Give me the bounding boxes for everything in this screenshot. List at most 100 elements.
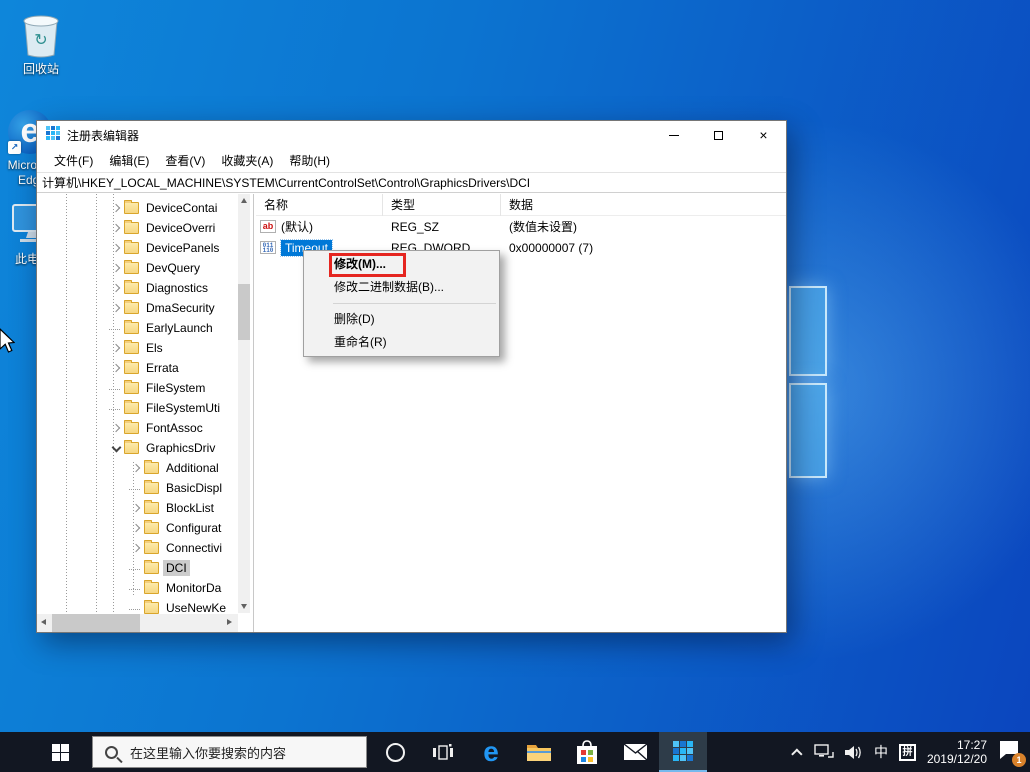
list-header: 名称 类型 数据 [256, 193, 786, 216]
action-center-button[interactable]: 1 [998, 740, 1026, 767]
tree-horizontal-scrollbar[interactable] [37, 614, 238, 632]
taskbar-clock[interactable]: 17:27 2019/12/20 [927, 738, 987, 766]
chevron-right-icon[interactable] [109, 421, 124, 436]
recycle-bin-label[interactable]: 回收站 [11, 62, 71, 77]
chevron-right-icon[interactable] [109, 261, 124, 276]
registry-tree-panel[interactable]: DeviceContai DeviceOverri DevicePanels D… [37, 194, 254, 632]
tree-item[interactable]: BasicDispl [37, 478, 238, 498]
regedit-taskbar-button[interactable] [659, 732, 707, 772]
scroll-left-icon[interactable] [41, 619, 46, 625]
folder-icon [124, 240, 139, 254]
chevron-right-icon[interactable] [109, 301, 124, 316]
value-row-default[interactable]: ab (默认) REG_SZ (数值未设置) [256, 216, 786, 237]
tree-item[interactable]: Configurat [37, 518, 238, 538]
wallpaper-logo-pane [789, 286, 827, 376]
chevron-right-icon[interactable] [129, 501, 144, 516]
column-header-data[interactable]: 数据 [501, 194, 786, 216]
address-bar[interactable]: 计算机\HKEY_LOCAL_MACHINE\SYSTEM\CurrentCon… [37, 172, 786, 193]
chevron-right-icon[interactable] [109, 281, 124, 296]
folder-icon [124, 200, 139, 214]
menu-separator [333, 303, 496, 304]
context-menu-item-delete[interactable]: 删除(D) [304, 308, 499, 331]
context-menu-item-rename[interactable]: 重命名(R) [304, 331, 499, 354]
ime-mode-indicator[interactable]: 拼 [898, 743, 916, 761]
shortcut-arrow-icon: ↗ [8, 141, 21, 154]
file-explorer-button[interactable] [515, 732, 563, 772]
taskbar: 在这里输入你要搜索的内容 e 中 拼 17:27 2019/12/20 1 [0, 732, 1030, 772]
task-view-button[interactable] [419, 732, 467, 772]
folder-icon [144, 480, 159, 494]
ime-language-indicator[interactable]: 中 [874, 742, 888, 762]
tree-item[interactable]: FontAssoc [37, 418, 238, 438]
scroll-right-icon[interactable] [227, 619, 232, 625]
scroll-up-icon[interactable] [241, 198, 247, 203]
column-header-type[interactable]: 类型 [383, 193, 501, 216]
folder-icon [144, 500, 159, 514]
taskbar-search-input[interactable]: 在这里输入你要搜索的内容 [92, 736, 367, 768]
mouse-cursor [0, 328, 16, 358]
chevron-right-icon[interactable] [109, 241, 124, 256]
tree-item[interactable]: FileSystem [37, 378, 238, 398]
tree-item[interactable]: Additional [37, 458, 238, 478]
menu-file[interactable]: 文件(F) [46, 149, 101, 172]
cortana-button[interactable] [371, 732, 419, 772]
close-button[interactable]: × [741, 121, 786, 149]
tray-expand-icon[interactable] [791, 748, 803, 760]
store-button[interactable] [563, 732, 611, 772]
tree-item[interactable]: EarlyLaunch [37, 318, 238, 338]
tree-item[interactable]: DeviceOverri [37, 218, 238, 238]
tree-item[interactable]: MonitorDa [37, 578, 238, 598]
chevron-down-icon[interactable] [109, 441, 124, 456]
scroll-down-icon[interactable] [241, 604, 247, 609]
tree-item[interactable]: Els [37, 338, 238, 358]
tree-item[interactable]: DeviceContai [37, 198, 238, 218]
minimize-button[interactable] [651, 121, 696, 149]
tree-item[interactable]: DevQuery [37, 258, 238, 278]
scrollbar-thumb[interactable] [52, 614, 140, 632]
tree-item[interactable]: Diagnostics [37, 278, 238, 298]
context-menu-item-modify-binary[interactable]: 修改二进制数据(B)... [304, 276, 499, 299]
tree-item[interactable]: Errata [37, 358, 238, 378]
tree-item[interactable]: BlockList [37, 498, 238, 518]
menu-edit[interactable]: 编辑(E) [101, 149, 157, 172]
chevron-right-icon[interactable] [109, 361, 124, 376]
mail-button[interactable] [611, 732, 659, 772]
chevron-right-icon[interactable] [109, 201, 124, 216]
regedit-icon [673, 741, 693, 761]
chevron-right-icon[interactable] [129, 461, 144, 476]
column-header-name[interactable]: 名称 [256, 193, 383, 216]
maximize-icon [714, 130, 723, 140]
folder-icon [124, 220, 139, 234]
minimize-icon [668, 134, 679, 136]
value-name[interactable]: (默认) [281, 218, 313, 235]
tree-item[interactable]: DmaSecurity [37, 298, 238, 318]
network-icon[interactable] [814, 744, 834, 760]
menu-view[interactable]: 查看(V) [157, 149, 213, 172]
chevron-right-icon[interactable] [109, 341, 124, 356]
recycle-bin-icon[interactable]: ↻ [18, 8, 64, 65]
mail-icon [623, 743, 647, 761]
string-value-icon: ab [260, 220, 276, 233]
tree-item[interactable]: Connectivi [37, 538, 238, 558]
menu-help[interactable]: 帮助(H) [281, 149, 338, 172]
tree-item[interactable]: FileSystemUti [37, 398, 238, 418]
tree-item[interactable]: GraphicsDriv [37, 438, 238, 458]
edge-button[interactable]: e [467, 732, 515, 772]
chevron-right-icon[interactable] [129, 541, 144, 556]
system-tray: 中 拼 17:27 2019/12/20 1 [791, 732, 1030, 772]
tree-item[interactable]: DevicePanels [37, 238, 238, 258]
volume-icon[interactable] [844, 745, 863, 760]
menu-favorites[interactable]: 收藏夹(A) [213, 149, 281, 172]
chevron-right-icon[interactable] [129, 521, 144, 536]
annotation-highlight-box [329, 253, 406, 277]
registry-editor-window: 注册表编辑器 × 文件(F) 编辑(E) 查看(V) 收藏夹(A) 帮助(H) … [36, 120, 787, 633]
windows-logo-icon [51, 743, 69, 761]
title-bar[interactable]: 注册表编辑器 × [37, 121, 786, 149]
maximize-button[interactable] [696, 121, 741, 149]
folder-icon [144, 460, 159, 474]
tree-vertical-scrollbar[interactable] [238, 194, 250, 613]
start-button[interactable] [36, 732, 84, 772]
chevron-right-icon[interactable] [109, 221, 124, 236]
tree-item-selected[interactable]: DCI [37, 558, 238, 578]
scrollbar-thumb[interactable] [238, 284, 250, 340]
